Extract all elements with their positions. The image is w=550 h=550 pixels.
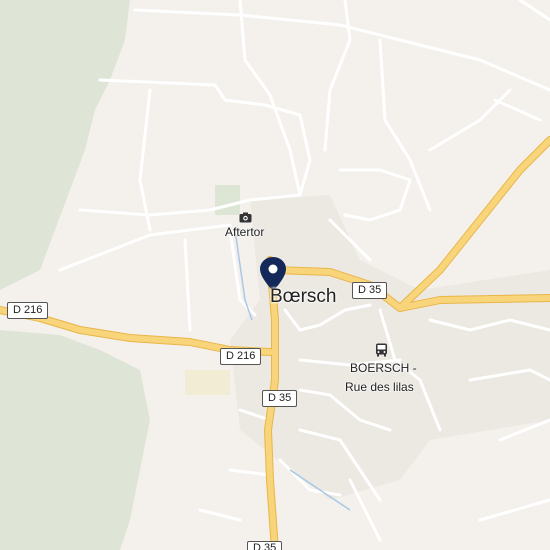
forest-area [0,0,130,290]
forest-area [215,185,240,215]
road-shield-center: D 216 [220,348,262,365]
bus-icon[interactable] [375,343,388,357]
road-shield-east: D 35 [352,282,388,299]
map-view[interactable]: Bœrsch Aftertor BOERSCH - Rue des lilas … [0,0,550,550]
bus-stop-label-line1[interactable]: BOERSCH - [350,361,417,375]
road-shield-south: D 35 [262,390,298,407]
road-shield-west: D 216 [7,302,49,319]
bus-stop-label-line2[interactable]: Rue des lilas [345,380,414,394]
camera-icon[interactable] [239,210,252,223]
poi-label[interactable]: Aftertor [225,225,264,239]
forest-area [0,330,150,550]
field-area [185,370,230,395]
road-shield-bottom: D 35 [247,541,283,550]
town-label[interactable]: Bœrsch [270,286,337,308]
